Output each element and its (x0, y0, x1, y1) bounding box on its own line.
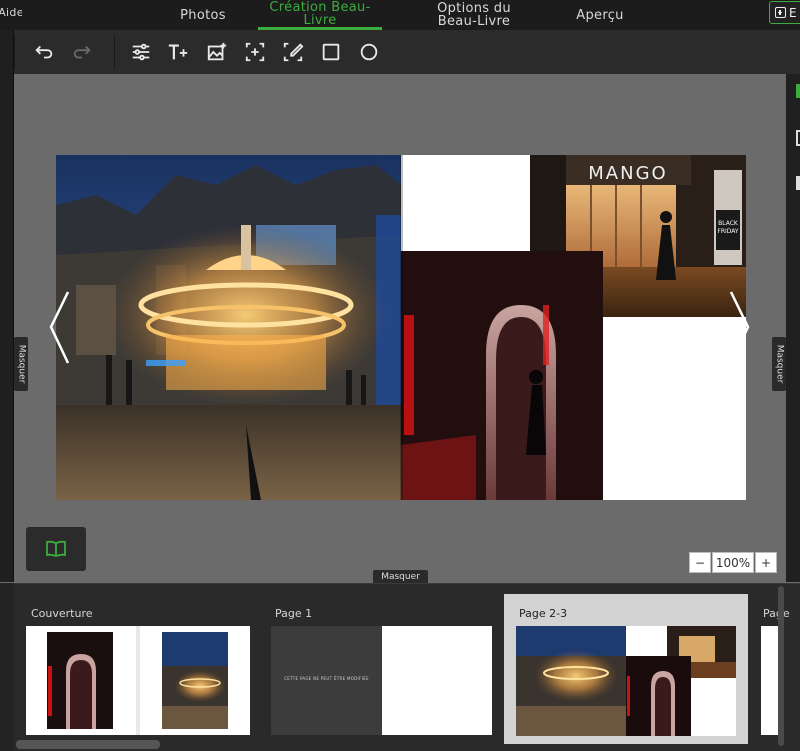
nav-creation-label: Création Beau-Livre (269, 0, 371, 28)
sliders-icon[interactable] (129, 40, 153, 64)
masquer-bottom-tab[interactable]: Masquer (373, 570, 428, 584)
nav-creation-beau-livre[interactable]: Création Beau-Livre (258, 0, 382, 30)
right-panel-accent (796, 84, 800, 98)
nav-apercu[interactable]: Aperçu (560, 0, 640, 30)
nav-options-label: Options du Beau-Livre (437, 1, 511, 29)
nav-photos[interactable]: Photos (165, 0, 241, 30)
thumb-label-page-2-3: Page 2-3 (519, 607, 568, 620)
thumb-page-2-3[interactable] (516, 626, 736, 736)
thumb-label-page-next: Page (763, 607, 790, 620)
app-window: Aide Photos Création Beau-Livre Options … (0, 0, 800, 751)
archway-photo (401, 251, 603, 500)
zoom-out-button[interactable]: − (689, 552, 711, 573)
filmstrip-vertical-scrollbar[interactable] (778, 586, 784, 746)
right-panel-icon-2[interactable] (796, 176, 800, 190)
add-text-icon[interactable] (166, 40, 190, 64)
right-panel (786, 74, 800, 582)
rectangle-icon[interactable] (319, 40, 343, 64)
black-friday-sign: BLACK (718, 220, 739, 227)
book-spine (400, 155, 403, 500)
filmstrip-scrollbar[interactable] (16, 740, 160, 749)
book-icon (46, 540, 66, 557)
nav-options-beau-livre[interactable]: Options du Beau-Livre (420, 0, 528, 30)
left-panel (0, 30, 14, 582)
add-frame-icon[interactable] (243, 40, 267, 64)
thumb-couverture[interactable] (26, 626, 250, 735)
filmstrip-left-edge (0, 583, 14, 751)
prev-page-arrow-icon[interactable] (48, 290, 70, 365)
zoom-level: 100% (712, 552, 754, 573)
zoom-in-button[interactable]: + (755, 552, 777, 573)
redo-icon[interactable] (70, 40, 94, 64)
edit-frame-icon[interactable] (281, 40, 305, 64)
toolbar-divider (14, 34, 15, 70)
masquer-right-tab[interactable]: Masquer (772, 337, 786, 391)
thumb-label-couverture: Couverture (31, 607, 93, 620)
toolbar (0, 30, 800, 74)
undo-icon[interactable] (32, 40, 56, 64)
thumb-label-page-1: Page 1 (275, 607, 313, 620)
circle-icon[interactable] (357, 40, 381, 64)
next-page-arrow-icon[interactable] (729, 290, 751, 365)
nav-aide[interactable]: Aide (0, 0, 22, 30)
masquer-left-tab[interactable]: Masquer (14, 337, 28, 391)
book-view-button[interactable] (26, 527, 86, 571)
export-label: E (789, 5, 797, 20)
add-box-icon (775, 7, 786, 18)
mango-sign: MANGO (588, 163, 667, 184)
right-panel-icon[interactable] (796, 130, 800, 146)
page-1-locked-text: CETTE PAGE NE PEUT ÊTRE MODIFIÉE (284, 676, 369, 681)
carousel-photo (56, 155, 401, 500)
top-nav: Aide Photos Création Beau-Livre Options … (0, 0, 800, 30)
add-photo-icon[interactable] (205, 40, 229, 64)
masquer-right-label: Masquer (774, 344, 784, 384)
thumb-page-1[interactable]: CETTE PAGE NE PEUT ÊTRE MODIFIÉE (271, 626, 492, 735)
masquer-left-label: Masquer (16, 344, 26, 384)
toolbar-divider (114, 34, 115, 70)
export-button[interactable]: E (769, 1, 800, 24)
svg-text:FRIDAY: FRIDAY (717, 228, 739, 235)
